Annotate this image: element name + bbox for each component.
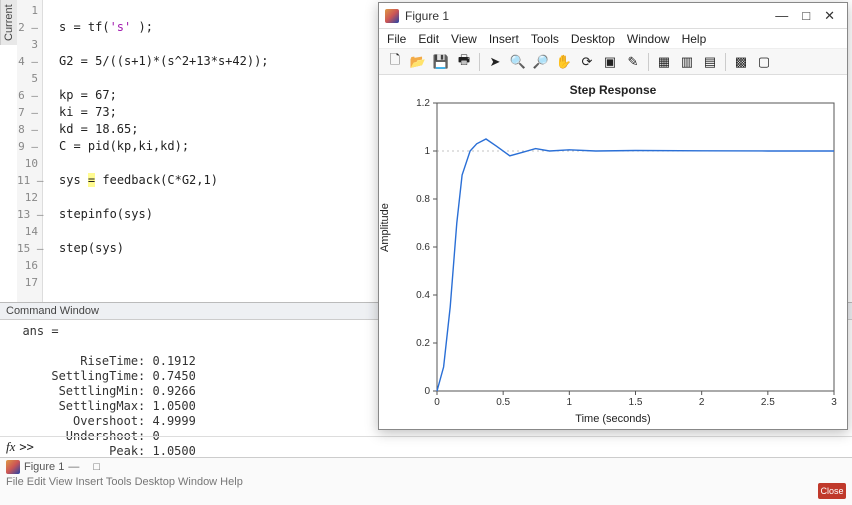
svg-text:0: 0	[434, 397, 440, 408]
menu-desktop[interactable]: Desktop	[571, 32, 615, 46]
svg-text:0.6: 0.6	[416, 242, 430, 253]
svg-text:0.5: 0.5	[496, 397, 510, 408]
legend-icon[interactable]: ▤	[700, 52, 720, 72]
menu-file[interactable]: File	[387, 32, 406, 46]
colorbar-icon[interactable]: ▥	[677, 52, 697, 72]
bottom-figure-title: Figure 1	[24, 461, 64, 473]
bottom-maximize-button[interactable]: □	[93, 461, 100, 473]
menu-insert[interactable]: Insert	[489, 32, 519, 46]
zoom-in-icon[interactable]: 🔍	[508, 52, 528, 72]
command-prompt-row[interactable]: fx >>	[0, 436, 852, 457]
dock-icon[interactable]: ▢	[754, 52, 774, 72]
command-prompt: >>	[19, 440, 33, 454]
svg-text:0: 0	[424, 386, 430, 397]
bottom-menu-bar: File Edit View Insert Tools Desktop Wind…	[6, 476, 846, 488]
menu-tools[interactable]: Tools	[531, 32, 559, 46]
figure-menu-bar: File Edit View Insert Tools Desktop Window Help	[379, 29, 847, 49]
figure-titlebar[interactable]: Figure 1 — □ ✕	[379, 3, 847, 29]
svg-text:2: 2	[699, 397, 705, 408]
layout-icon[interactable]: ▩	[731, 52, 751, 72]
svg-text:0.8: 0.8	[416, 194, 430, 205]
svg-text:0.4: 0.4	[416, 290, 430, 301]
fx-icon[interactable]: fx	[6, 439, 15, 455]
editor-side-tab[interactable]: Current	[0, 0, 17, 45]
close-badge[interactable]: Close	[818, 483, 846, 499]
figure-window: Figure 1 — □ ✕ File Edit View Insert Tools De…	[378, 2, 848, 430]
menu-window[interactable]: Window	[627, 32, 670, 46]
print-icon[interactable]: 🖶	[454, 52, 474, 72]
bottom-minimize-button[interactable]: —	[68, 461, 79, 473]
svg-text:1.5: 1.5	[629, 397, 643, 408]
matlab-icon	[385, 9, 399, 23]
chart-svg: 0 0.5 1 1.5 2 2.5 3 0 0.2 0.4 0.6 0.8 1 1.2	[379, 75, 849, 429]
minimize-button[interactable]: —	[775, 8, 788, 24]
svg-text:1.2: 1.2	[416, 98, 430, 109]
rotate-icon[interactable]: ⟳	[577, 52, 597, 72]
matlab-icon	[6, 460, 20, 474]
svg-text:0.2: 0.2	[416, 338, 430, 349]
menu-edit[interactable]: Edit	[418, 32, 439, 46]
figure-title: Figure 1	[405, 9, 769, 23]
maximize-button[interactable]: □	[802, 8, 810, 24]
figure-toolbar: 🗋 📂 💾 🖶 ➤ 🔍 🔎 ✋ ⟳ ▣ ✎ ▦ ▥ ▤ ▩ ▢	[379, 49, 847, 75]
menu-view[interactable]: View	[451, 32, 477, 46]
editor-gutter: 12 –34 –56 –7 –8 –9 –1011 –1213 –1415 –1…	[17, 0, 43, 302]
menu-help[interactable]: Help	[682, 32, 707, 46]
svg-text:1: 1	[424, 146, 430, 157]
new-icon[interactable]: 🗋	[385, 52, 405, 72]
svg-text:2.5: 2.5	[761, 397, 775, 408]
svg-text:3: 3	[831, 397, 837, 408]
save-icon[interactable]: 💾	[431, 52, 451, 72]
open-icon[interactable]: 📂	[408, 52, 428, 72]
close-button[interactable]: ✕	[824, 8, 835, 24]
plot-area: Step Response Amplitude Time (seconds) 0…	[379, 75, 847, 429]
zoom-out-icon[interactable]: 🔎	[531, 52, 551, 72]
svg-text:1: 1	[567, 397, 573, 408]
bottom-figure-strip: Figure 1 — □ File Edit View Insert Tools…	[0, 457, 852, 505]
brush-icon[interactable]: ✎	[623, 52, 643, 72]
pointer-icon[interactable]: ➤	[485, 52, 505, 72]
pan-icon[interactable]: ✋	[554, 52, 574, 72]
link-icon[interactable]: ▦	[654, 52, 674, 72]
datatip-icon[interactable]: ▣	[600, 52, 620, 72]
